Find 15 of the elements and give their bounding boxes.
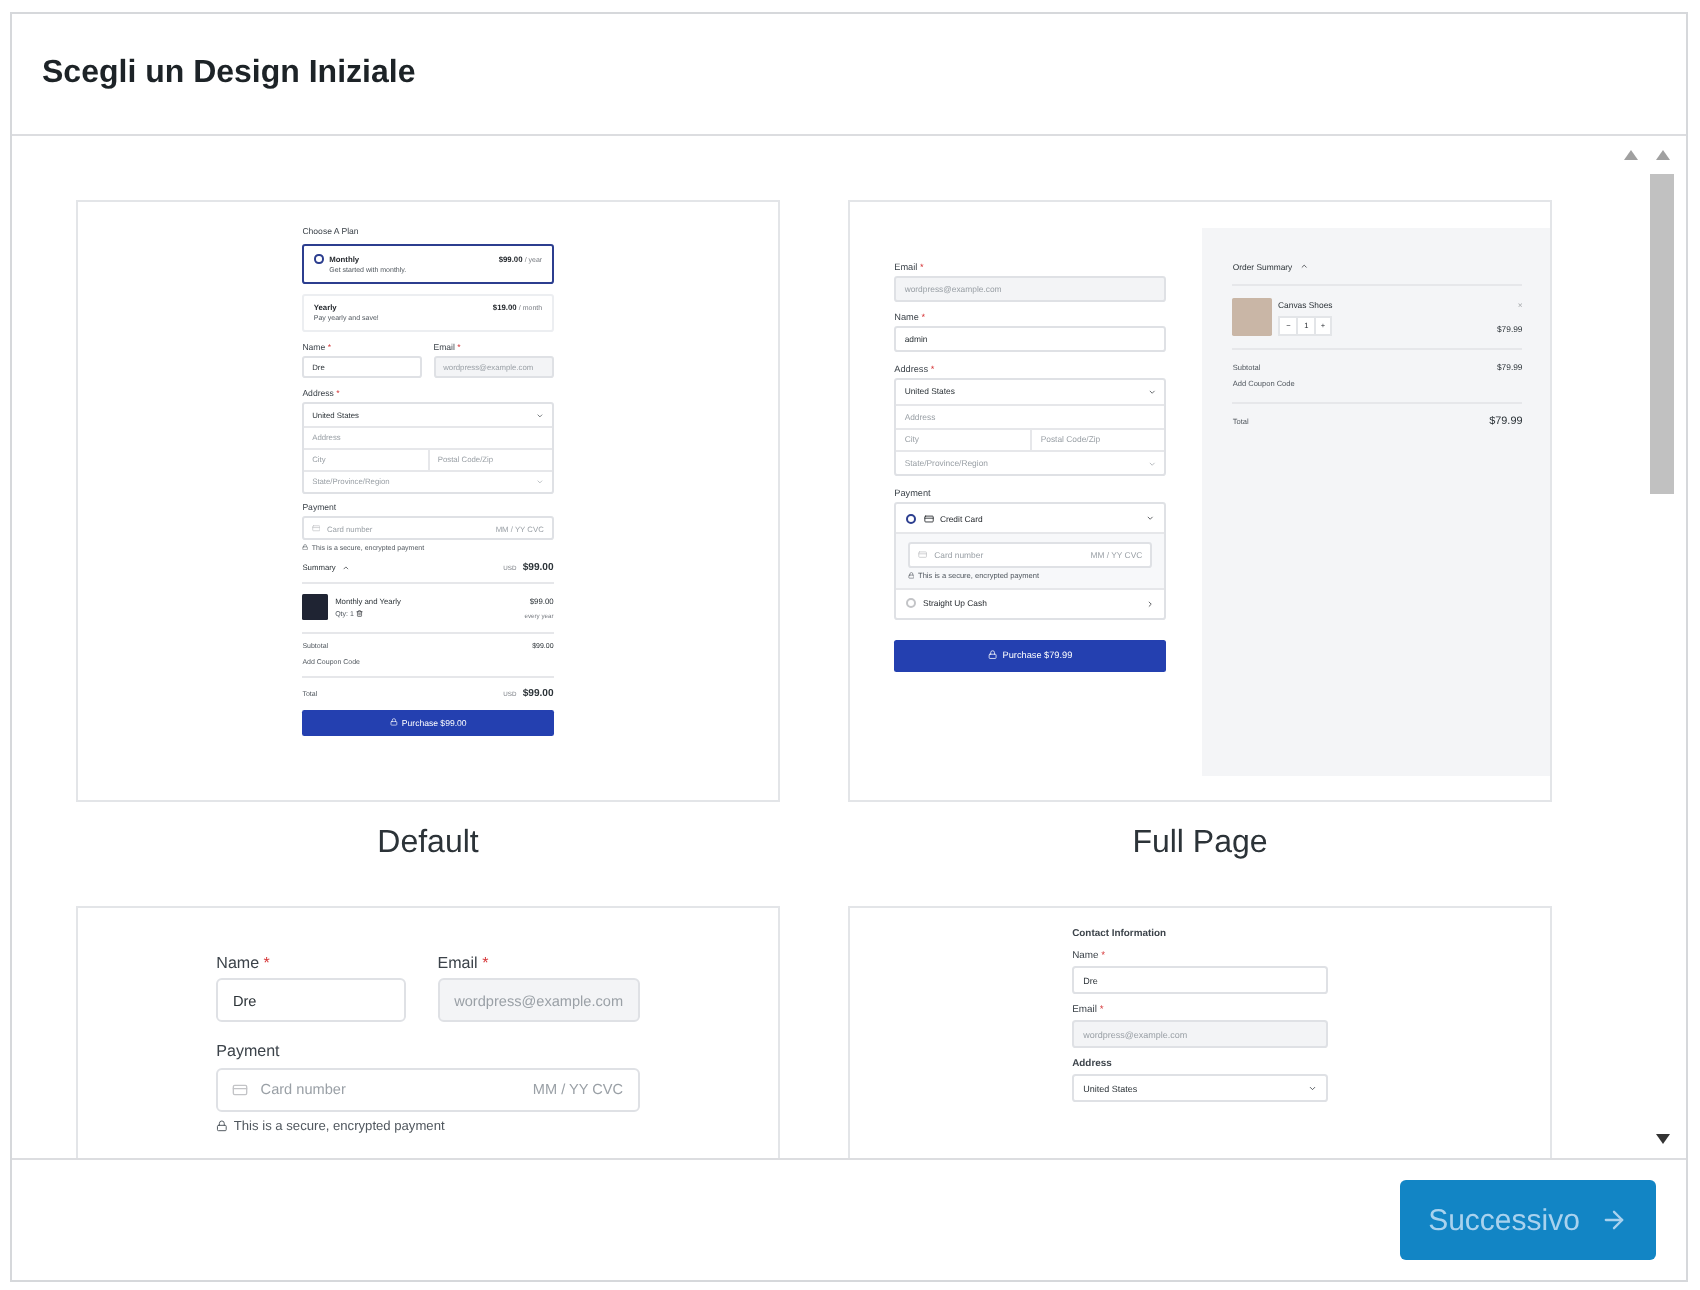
radio-icon: [313, 254, 324, 264]
field-label: Payment: [216, 1042, 282, 1061]
field-label: Email *: [437, 953, 491, 972]
template-card[interactable]: [848, 200, 1552, 802]
scrollbar-thumb[interactable]: [1650, 174, 1674, 494]
dialog-title: Scegli un Design Iniziale: [42, 56, 416, 92]
product-image: [302, 593, 329, 621]
credit-card-icon: [232, 1081, 249, 1098]
scroll-down-icon[interactable]: [1653, 1132, 1671, 1146]
field-label: Name *: [216, 953, 272, 972]
photo-placeholder: [1232, 297, 1272, 336]
template-name: Default: [377, 826, 479, 864]
input-field[interactable]: Dre: [216, 978, 406, 1023]
template-card[interactable]: [76, 200, 780, 802]
template-name: Full Page: [1132, 826, 1268, 864]
